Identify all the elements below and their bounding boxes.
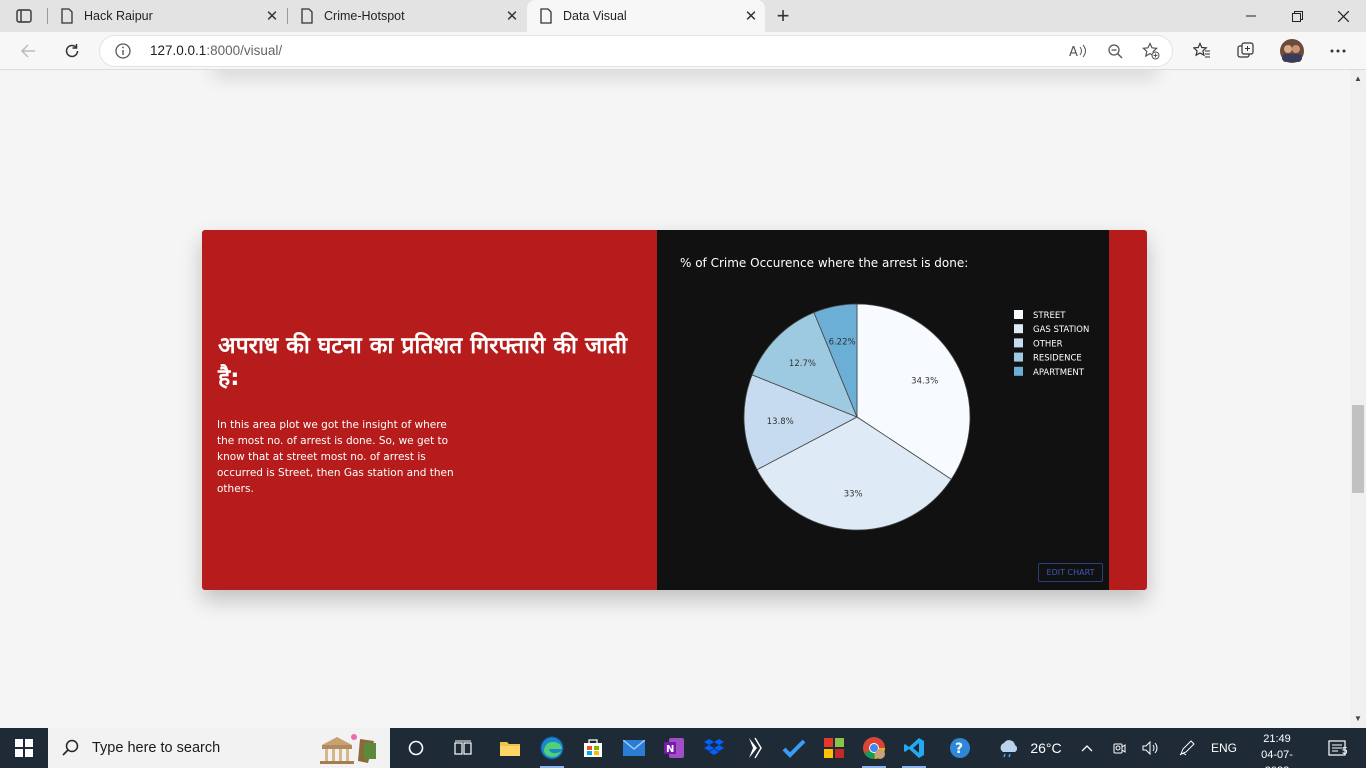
todo-icon[interactable] bbox=[774, 728, 814, 768]
tab-title: Data Visual bbox=[563, 9, 627, 23]
collections-icon[interactable] bbox=[1232, 37, 1260, 65]
scroll-down-arrow-icon[interactable]: ▼ bbox=[1354, 715, 1362, 723]
pen-icon[interactable] bbox=[1176, 728, 1198, 768]
url-text: 127.0.0.1:8000/visual/ bbox=[150, 43, 282, 58]
card-description: In this area plot we got the insight of … bbox=[217, 419, 454, 495]
favorites-icon[interactable] bbox=[1188, 37, 1216, 65]
vscode-icon[interactable] bbox=[894, 728, 934, 768]
tab-title: Crime-Hotspot bbox=[324, 9, 405, 23]
pie-value-label: 33% bbox=[844, 490, 863, 500]
tab-close-icon[interactable]: ✕ bbox=[498, 2, 526, 30]
scroll-thumb[interactable] bbox=[1352, 405, 1364, 493]
temperature-text: 26°C bbox=[1030, 740, 1062, 756]
legend-label[interactable]: APARTMENT bbox=[1033, 368, 1085, 378]
file-explorer-icon[interactable] bbox=[490, 728, 530, 768]
page-scrollbar[interactable]: ▲ ▼ bbox=[1350, 70, 1366, 728]
app-grid-icon[interactable] bbox=[814, 728, 854, 768]
power-automate-icon[interactable] bbox=[734, 728, 774, 768]
scroll-up-arrow-icon[interactable]: ▲ bbox=[1354, 75, 1362, 83]
read-aloud-icon[interactable]: A bbox=[1066, 39, 1090, 63]
tab-hack-raipur[interactable]: Hack Raipur ✕ bbox=[48, 0, 286, 32]
legend-label[interactable]: STREET bbox=[1033, 311, 1066, 321]
page-icon bbox=[61, 8, 73, 24]
notifications-icon[interactable]: 5 bbox=[1318, 728, 1358, 768]
info-icon[interactable] bbox=[114, 42, 132, 60]
clock-time: 21:49 bbox=[1263, 733, 1291, 745]
taskbar-search[interactable]: Type here to search bbox=[48, 728, 390, 768]
tab-actions-icon[interactable] bbox=[10, 6, 38, 26]
clock-date: 04-07-2022 bbox=[1261, 749, 1293, 768]
notification-count: 5 bbox=[1342, 746, 1348, 757]
back-button[interactable] bbox=[14, 37, 42, 65]
windows-logo-icon bbox=[15, 739, 33, 757]
edge-browser-icon[interactable] bbox=[532, 728, 572, 768]
show-hidden-icons-icon[interactable] bbox=[1076, 728, 1098, 768]
card-heading: अपराध की घटना का प्रतिशत गिरफ्तारी की जा… bbox=[218, 333, 628, 391]
temperature-label[interactable]: 26°C bbox=[1026, 728, 1066, 768]
profile-avatar[interactable] bbox=[1278, 37, 1306, 65]
page-icon bbox=[540, 8, 552, 24]
task-view-icon[interactable] bbox=[444, 728, 482, 768]
arrest-chart-card: अपराध की घटना का प्रतिशत गिरफ्तारी की जा… bbox=[202, 230, 1147, 590]
mail-icon[interactable] bbox=[614, 728, 654, 768]
cortana-icon[interactable] bbox=[398, 728, 434, 768]
add-favorite-icon[interactable] bbox=[1139, 39, 1163, 63]
legend-swatch[interactable] bbox=[1014, 310, 1023, 319]
legend-swatch[interactable] bbox=[1014, 352, 1023, 362]
url-path: :8000/visual/ bbox=[206, 43, 283, 58]
more-menu-icon[interactable] bbox=[1324, 37, 1352, 65]
onenote-icon[interactable]: N bbox=[654, 728, 694, 768]
language-indicator[interactable]: ENG bbox=[1206, 728, 1242, 768]
tab-close-icon[interactable]: ✕ bbox=[737, 2, 765, 30]
chrome-icon[interactable] bbox=[854, 728, 894, 768]
meet-now-icon[interactable] bbox=[1108, 728, 1130, 768]
refresh-button[interactable] bbox=[58, 37, 86, 65]
chart-panel: % of Crime Occurence where the arrest is… bbox=[657, 230, 1109, 590]
legend-label[interactable]: GAS STATION bbox=[1033, 325, 1089, 335]
tab-strip: Hack Raipur ✕ Crime-Hotspot ✕ Data Visua… bbox=[0, 0, 1366, 32]
tab-data-visual[interactable]: Data Visual ✕ bbox=[527, 0, 765, 32]
minimize-button[interactable] bbox=[1228, 0, 1274, 32]
legend-swatch[interactable] bbox=[1014, 366, 1023, 376]
new-tab-button[interactable]: + bbox=[770, 3, 796, 28]
pie-value-label: 13.8% bbox=[767, 417, 794, 427]
close-window-button[interactable] bbox=[1320, 0, 1366, 32]
address-bar[interactable]: 127.0.0.1:8000/visual/ A bbox=[100, 36, 1172, 66]
page-content: अपराध की घटना का प्रतिशत गिरफ्तारी की जा… bbox=[0, 70, 1350, 728]
legend-label[interactable]: OTHER bbox=[1033, 339, 1063, 349]
svg-text:?: ? bbox=[955, 741, 963, 757]
start-button[interactable] bbox=[0, 728, 48, 768]
pie-value-label: 12.7% bbox=[789, 359, 816, 369]
browser-toolbar: 127.0.0.1:8000/visual/ A bbox=[0, 32, 1366, 70]
restore-button[interactable] bbox=[1274, 0, 1320, 32]
language-text: ENG bbox=[1210, 741, 1237, 755]
legend-swatch[interactable] bbox=[1014, 338, 1023, 348]
tab-crime-hotspot[interactable]: Crime-Hotspot ✕ bbox=[288, 0, 526, 32]
search-placeholder: Type here to search bbox=[92, 740, 221, 756]
legend-swatch[interactable] bbox=[1014, 324, 1023, 334]
pie-value-label: 34.3% bbox=[911, 377, 938, 387]
help-icon[interactable]: ? bbox=[940, 728, 980, 768]
microsoft-store-icon[interactable] bbox=[574, 728, 612, 768]
pie-chart[interactable]: 34.3% 33% 13.8% 12.7% 6.22% STREET GAS STATION… bbox=[657, 230, 1109, 590]
pie-value-label: 6.22% bbox=[829, 338, 856, 348]
windows-taskbar: Type here to search N ? 26°C ENG 21:49 0… bbox=[0, 728, 1366, 768]
svg-text:N: N bbox=[666, 744, 674, 755]
edit-chart-button[interactable]: EDIT CHART bbox=[1038, 563, 1103, 582]
search-highlight-icon bbox=[320, 734, 376, 764]
dropbox-icon[interactable] bbox=[694, 728, 734, 768]
zoom-out-icon[interactable] bbox=[1103, 39, 1127, 63]
weather-icon[interactable] bbox=[994, 728, 1024, 768]
volume-icon[interactable] bbox=[1140, 728, 1162, 768]
tab-title: Hack Raipur bbox=[84, 9, 153, 23]
url-host: 127.0.0.1 bbox=[150, 43, 207, 58]
legend-label[interactable]: RESIDENCE bbox=[1033, 354, 1082, 364]
tab-close-icon[interactable]: ✕ bbox=[258, 2, 286, 30]
search-icon bbox=[62, 739, 79, 756]
svg-text:A: A bbox=[1069, 45, 1078, 59]
taskbar-clock[interactable]: 21:49 04-07-2022 bbox=[1252, 731, 1302, 768]
page-icon bbox=[301, 8, 313, 24]
